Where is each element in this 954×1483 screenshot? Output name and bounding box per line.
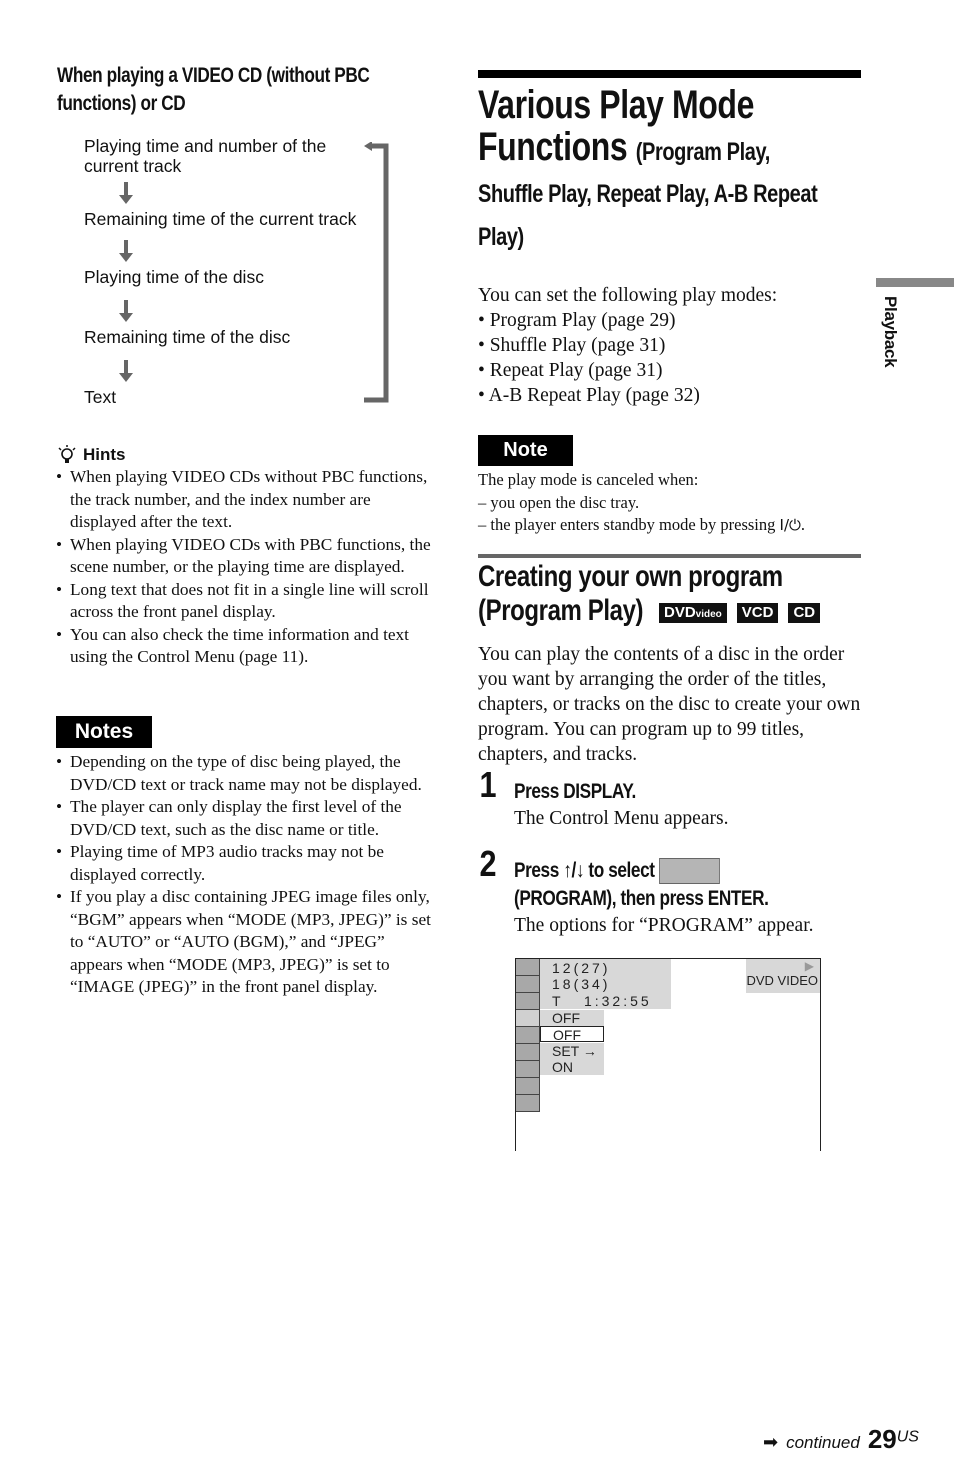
menu-icon-cell[interactable] [516,959,540,976]
section-rule [478,554,861,558]
title-line-1: Various Play Mode [478,83,754,127]
step-number: 1 [479,764,497,805]
step-body: The Control Menu appears. [514,808,729,829]
hints-list: When playing VIDEO CDs without PBC funct… [56,466,441,669]
osd-chapter-line: 18(34) [552,976,611,992]
disc-type-indicator: ▶ DVD VIDEO [746,959,820,993]
flow-item-4: Remaining time of the disc [84,327,291,347]
page-title: Various Play Mode Functions (Program Pla… [478,84,862,259]
osd-option-selected[interactable]: OFF [540,1026,604,1043]
play-mode-item: Shuffle Play (page 31) [478,333,700,358]
page-footer: ➡ continued 29US [763,1424,919,1455]
notes-badge: Notes [56,716,152,748]
step-number: 2 [479,843,497,884]
flow-item-2: Remaining time of the current track [84,209,357,229]
down-arrow-icon [119,240,133,264]
title-subtitle-1: (Program Play, [635,138,770,166]
side-tab-bar [876,278,954,287]
osd-option[interactable]: ON [540,1059,604,1075]
program-icon [658,858,720,885]
menu-icon-cell[interactable] [516,1078,540,1095]
note-text: The play mode is canceled when: – you op… [478,469,868,537]
note-line: – the player enters standby mode by pres… [478,514,868,537]
osd-option[interactable]: OFF [540,1010,604,1026]
hints-title: Hints [83,445,126,464]
notes-list: Depending on the type of disc being play… [56,751,441,999]
lightbulb-icon [58,445,76,463]
title-subtitle-2: Shuffle Play, Repeat Play, A-B Repeat [478,180,818,208]
menu-icon-cell[interactable] [516,1061,540,1078]
side-tab-label: Playback [881,296,900,368]
continued-label: continued [786,1433,860,1452]
flow-item-5: Text [84,387,117,407]
hint-item: You can also check the time information … [56,624,441,669]
page-suffix: US [896,1428,919,1446]
play-mode-item: Repeat Play (page 31) [478,358,700,383]
intro-text: You can set the following play modes: [478,285,778,306]
menu-icon-cell[interactable] [516,976,540,993]
step-title: Press DISPLAY. [514,780,636,803]
play-mode-item: A-B Repeat Play (page 32) [478,383,700,408]
title-rule [478,70,861,78]
note-badge: Note [478,435,573,466]
note-item: Playing time of MP3 audio tracks may not… [56,841,441,886]
page-number: 29 [867,1424,897,1454]
note-line-text: – the player enters standby mode by pres… [478,515,780,534]
power-icon: I/⏻ [779,516,801,534]
down-arrow-icon [119,182,133,206]
page-number-group: 29US [868,1424,919,1455]
osd-time-line: T 1:32:55 [552,993,652,1009]
section-body: You can play the contents of a disc in t… [478,644,861,765]
down-arrow-icon [119,300,133,324]
vcd-badge: VCD [736,603,779,623]
step-title-part: Press ↑/↓ to select [514,859,655,882]
note-item: Depending on the type of disc being play… [56,751,441,796]
osd-option[interactable]: SET → [540,1043,604,1059]
section-heading-vcd: When playing a VIDEO CD (without PBC fun… [57,64,370,115]
note-item: The player can only display the first le… [56,796,441,841]
dvd-video-badge: DVDvideo [659,603,727,623]
flow-item-1: Playing time and number of the current t… [84,136,327,176]
hint-item: When playing VIDEO CDs without PBC funct… [56,466,441,534]
badge-small-text: video [695,609,722,620]
cd-badge: CD [788,603,821,623]
control-menu-display: 12(27) 18(34) T 1:32:55 OFF OFF SET → ON… [515,958,821,1151]
title-subtitle-3: Play) [478,223,524,251]
play-icon: ▶ [804,959,814,973]
flow-item-3: Playing time of the disc [84,267,264,287]
note-line: The play mode is canceled when: [478,470,699,489]
disc-type-badges: DVDvideo VCD CD [659,603,821,623]
note-line: – you open the disc tray. [478,492,640,512]
hint-item: Long text that does not fit in a single … [56,579,441,624]
down-arrow-icon [119,360,133,384]
disc-type-label: DVD VIDEO [746,973,818,988]
play-modes-list: Program Play (page 29) Shuffle Play (pag… [478,308,700,408]
menu-icon-cell[interactable] [516,993,540,1010]
title-line-2: Functions (Program Play, [478,126,862,173]
badge-text: DVD [664,604,696,621]
step-title: Press ↑/↓ to select [514,857,875,885]
step-title-cont: (PROGRAM), then press ENTER. [514,887,769,910]
loop-back-arrow-icon [364,142,389,403]
section-title-line-1: Creating your own program [478,560,783,593]
title-functions: Functions [478,125,628,169]
step-body: The options for “PROGRAM” appear. [514,915,814,936]
menu-icon-cell[interactable] [516,1044,540,1061]
note-line-end: . [800,515,805,534]
hint-item: When playing VIDEO CDs with PBC function… [56,534,441,579]
play-mode-item: Program Play (page 29) [478,308,700,333]
menu-icon-cell[interactable] [516,1027,540,1044]
osd-title-line: 12(27) [552,960,611,976]
hints-header: Hints [57,445,126,465]
continued-arrow-icon: ➡ [763,1432,779,1452]
menu-icon-cell[interactable] [516,1095,540,1112]
menu-icon-cell-selected[interactable] [516,1010,540,1027]
note-item: If you play a disc containing JPEG image… [56,886,441,999]
